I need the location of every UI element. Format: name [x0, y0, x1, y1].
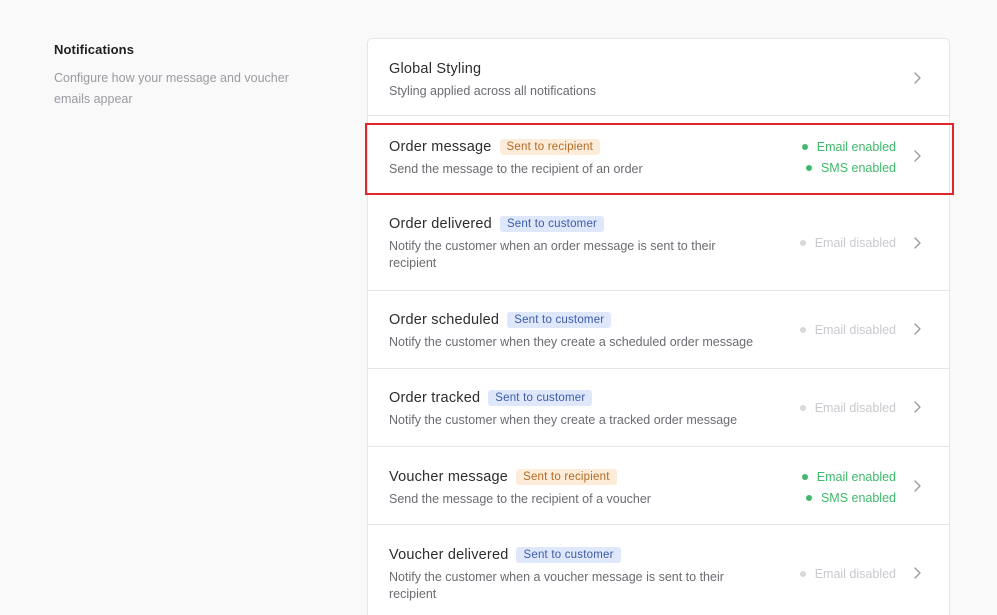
chevron-right-icon[interactable]: [912, 400, 922, 414]
audience-badge: Sent to customer: [488, 390, 593, 406]
status-dot-icon: [799, 570, 806, 577]
sms-status: SMS enabled: [805, 487, 896, 508]
row-title: Voucher delivered: [389, 547, 509, 563]
row-title: Voucher message: [389, 469, 509, 485]
email-status: Email enabled: [801, 466, 896, 487]
chevron-right-icon[interactable]: [912, 71, 922, 85]
row-title: Order scheduled: [389, 312, 500, 328]
status-dot-icon: [801, 473, 808, 480]
row-title: Order tracked: [389, 390, 481, 406]
row-description: Notify the customer when they create a s…: [389, 335, 754, 349]
audience-badge: Sent to recipient: [499, 139, 601, 155]
row-description: Notify the customer when an order messag…: [389, 239, 716, 270]
status-dot-icon: [801, 143, 808, 150]
notifications-settings-page: Notifications Configure how your message…: [0, 0, 997, 615]
status-dot-icon: [799, 239, 806, 246]
row-title: Order delivered: [389, 216, 492, 232]
audience-badge: Sent to recipient: [516, 469, 617, 485]
section-description: Configure how your message and voucher e…: [54, 71, 289, 106]
row-voucher-message[interactable]: Voucher message Sent to recipient Send t…: [368, 447, 949, 525]
audience-badge: Sent to customer: [499, 216, 605, 232]
row-global-styling[interactable]: Global Styling Styling applied across al…: [368, 39, 949, 116]
status-list: Email enabled SMS enabled: [801, 136, 896, 178]
email-status: Email disabled: [799, 232, 896, 253]
email-status: Email disabled: [799, 563, 896, 584]
status-list: Email enabled SMS enabled: [801, 466, 896, 508]
row-order-delivered[interactable]: Order delivered Sent to customer Notify …: [368, 194, 949, 291]
row-description: Notify the customer when they create a t…: [389, 413, 738, 427]
row-description: Styling applied across all notifications: [389, 84, 597, 98]
chevron-right-icon[interactable]: [912, 566, 922, 580]
row-voucher-delivered[interactable]: Voucher delivered Sent to customer Notif…: [368, 525, 949, 615]
section-intro: Notifications Configure how your message…: [54, 42, 324, 110]
row-description: Send the message to the recipient of a v…: [389, 492, 651, 506]
chevron-right-icon[interactable]: [912, 479, 922, 493]
status-list: Email disabled: [799, 319, 896, 340]
status-dot-icon: [805, 164, 812, 171]
sms-status: SMS enabled: [805, 157, 896, 178]
chevron-right-icon[interactable]: [912, 322, 922, 336]
audience-badge: Sent to customer: [507, 312, 612, 328]
row-title: Global Styling: [389, 61, 482, 77]
audience-badge: Sent to customer: [516, 547, 621, 563]
status-dot-icon: [799, 404, 806, 411]
status-list: Email disabled: [799, 232, 896, 253]
row-description: Notify the customer when a voucher messa…: [389, 570, 724, 601]
email-status: Email disabled: [799, 319, 896, 340]
status-dot-icon: [799, 326, 806, 333]
row-title: Order message: [389, 139, 492, 155]
row-order-message[interactable]: Order message Sent to recipient Send the…: [368, 116, 949, 194]
chevron-right-icon[interactable]: [912, 149, 922, 163]
chevron-right-icon[interactable]: [912, 236, 922, 250]
row-order-tracked[interactable]: Order tracked Sent to customer Notify th…: [368, 369, 949, 447]
row-order-scheduled[interactable]: Order scheduled Sent to customer Notify …: [368, 291, 949, 369]
section-title: Notifications: [54, 42, 135, 57]
notifications-list: Global Styling Styling applied across al…: [367, 38, 950, 615]
email-status: Email enabled: [801, 136, 896, 157]
status-dot-icon: [805, 494, 812, 501]
status-list: Email disabled: [799, 397, 896, 418]
email-status: Email disabled: [799, 397, 896, 418]
row-description: Send the message to the recipient of an …: [389, 162, 643, 176]
status-list: Email disabled: [799, 563, 896, 584]
